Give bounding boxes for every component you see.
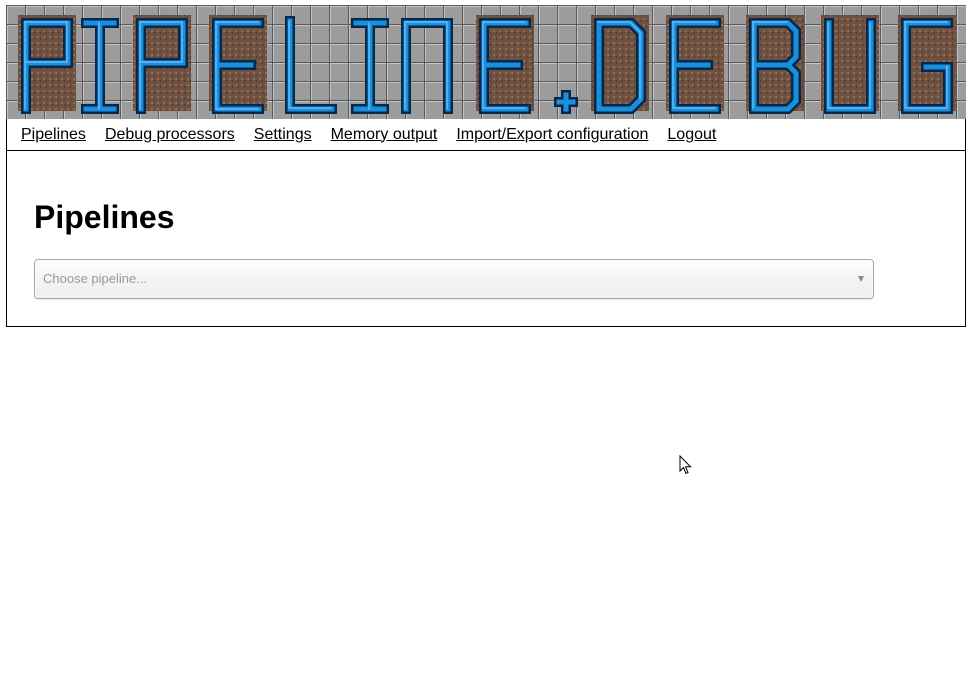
pipeline-select-placeholder: Choose pipeline... xyxy=(43,271,148,286)
mouse-pointer-icon xyxy=(679,454,693,480)
chevron-down-icon[interactable] xyxy=(858,276,864,282)
nav-link-settings[interactable]: Settings xyxy=(254,126,312,144)
nav-link-pipelines[interactable]: Pipelines xyxy=(21,126,86,144)
main-content: Pipelines Choose pipeline... xyxy=(7,151,965,326)
main-nav: Pipelines Debug processors Settings Memo… xyxy=(7,119,965,151)
page-title: Pipelines xyxy=(34,199,175,235)
nav-link-memory-output[interactable]: Memory output xyxy=(331,126,438,144)
page-frame: Pipelines Debug processors Settings Memo… xyxy=(6,5,966,327)
banner-logo xyxy=(6,5,966,119)
pipeline-debug-logo xyxy=(18,15,956,114)
content-box: Pipelines Debug processors Settings Memo… xyxy=(6,119,966,327)
pipeline-select[interactable]: Choose pipeline... xyxy=(34,259,874,299)
nav-link-import-export-configuration[interactable]: Import/Export configuration xyxy=(456,126,648,144)
nav-link-logout[interactable]: Logout xyxy=(667,126,716,144)
nav-link-debug-processors[interactable]: Debug processors xyxy=(105,126,235,144)
